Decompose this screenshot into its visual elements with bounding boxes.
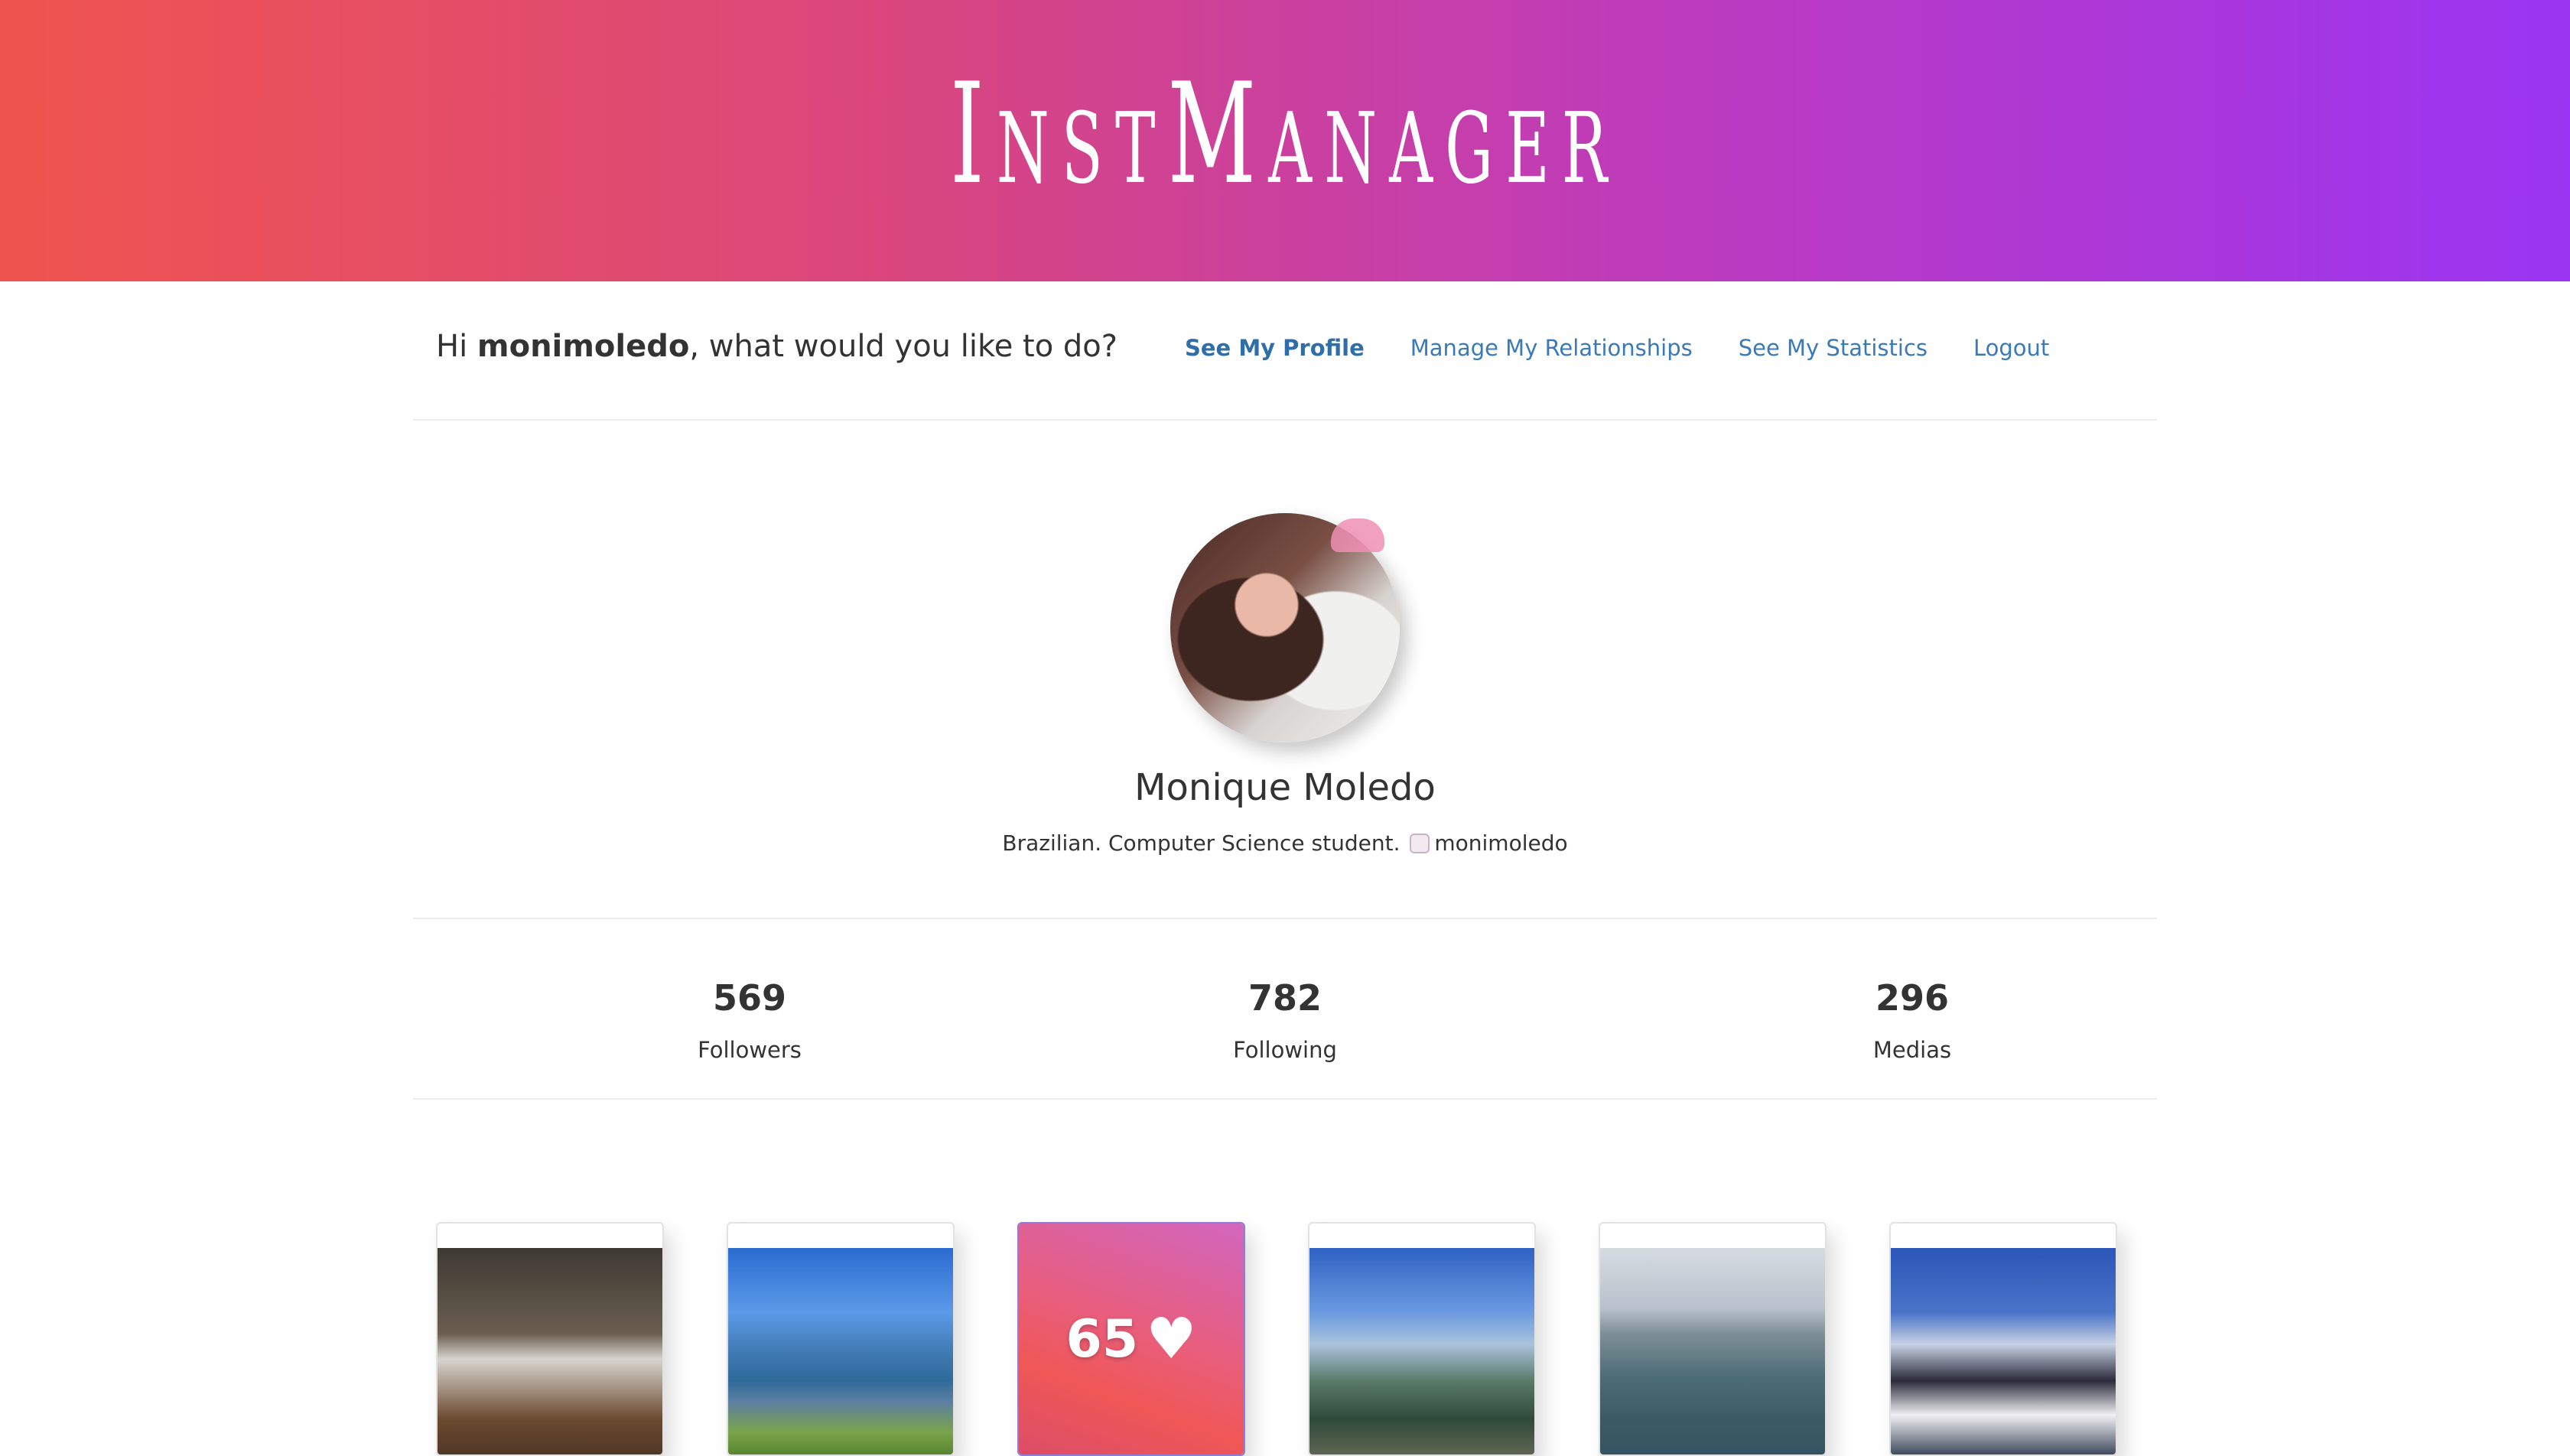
nav-see-my-profile[interactable]: See My Profile xyxy=(1185,335,1365,361)
media-thumbnail xyxy=(1600,1248,1825,1454)
media-tile[interactable] xyxy=(727,1222,955,1456)
bio-text: Brazilian. Computer Science student. xyxy=(1002,830,1400,856)
likes-count: 65 xyxy=(1065,1308,1139,1370)
profile-bio: Brazilian. Computer Science student. mon… xyxy=(413,830,2157,856)
media-thumbnail xyxy=(438,1248,662,1454)
greeting-suffix: , what would you like to do? xyxy=(689,329,1118,364)
profile-section: Monique Moledo Brazilian. Computer Scien… xyxy=(413,421,2157,919)
nav-manage-relationships[interactable]: Manage My Relationships xyxy=(1410,335,1693,361)
stat-following: 782 Following xyxy=(1132,977,1438,1063)
bio-handle: monimoledo xyxy=(1434,830,1568,856)
media-tile-hovered[interactable]: 65 ♥ xyxy=(1017,1222,1245,1456)
followers-label: Followers xyxy=(698,1037,802,1063)
media-tile[interactable] xyxy=(1308,1222,1536,1456)
media-tile[interactable] xyxy=(1599,1222,1827,1456)
medias-label: Medias xyxy=(1872,1037,1952,1063)
greeting-username: monimoledo xyxy=(477,329,690,364)
followers-count: 569 xyxy=(712,977,787,1019)
profile-stats: 569 Followers 782 Following 296 Medias xyxy=(413,919,2157,1100)
stat-medias: 296 Medias xyxy=(1729,977,2096,1063)
greeting-prefix: Hi xyxy=(436,329,477,364)
nav-links: See My Profile Manage My Relationships S… xyxy=(1185,335,2049,361)
media-thumbnail xyxy=(728,1248,953,1454)
media-gallery: 65 ♥ xyxy=(436,1222,2134,1456)
media-tile[interactable] xyxy=(1889,1222,2117,1456)
heart-icon: ♥ xyxy=(1146,1306,1197,1372)
media-thumbnail xyxy=(1309,1248,1534,1454)
top-navigation: Hi monimoledo, what would you like to do… xyxy=(413,281,2157,421)
following-count: 782 xyxy=(1248,977,1322,1019)
avatar-background-detail xyxy=(1331,518,1384,552)
app-logo: InstManager xyxy=(950,53,1620,215)
greeting-text: Hi monimoledo, what would you like to do… xyxy=(436,329,1117,364)
stat-followers: 569 Followers xyxy=(413,977,1086,1063)
profile-name: Monique Moledo xyxy=(1134,766,1436,809)
nav-logout[interactable]: Logout xyxy=(1973,335,2049,361)
media-tile[interactable] xyxy=(436,1222,664,1456)
medias-count: 296 xyxy=(1875,977,1950,1019)
nav-see-statistics[interactable]: See My Statistics xyxy=(1739,335,1927,361)
snapchat-ghost-icon xyxy=(1410,834,1430,853)
following-label: Following xyxy=(1233,1037,1337,1063)
media-thumbnail xyxy=(1891,1248,2116,1454)
likes-overlay: 65 ♥ xyxy=(1019,1224,1244,1454)
header-banner: InstManager xyxy=(0,0,2570,281)
